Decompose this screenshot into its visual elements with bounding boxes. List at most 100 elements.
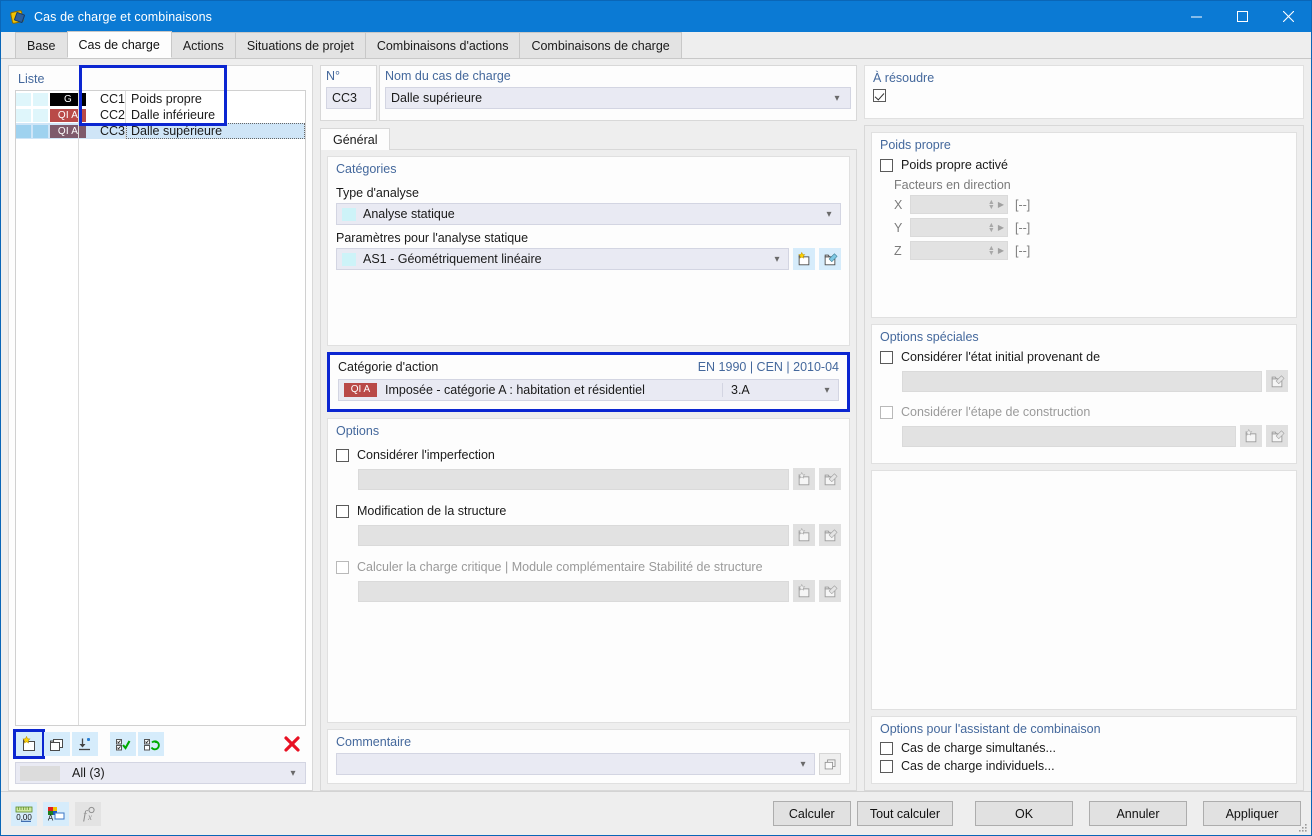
stepper-arrows-icon[interactable]: ▲ ▼ [988, 245, 995, 257]
self-weight-checkbox[interactable] [880, 158, 893, 172]
imperfection-checkbox[interactable] [336, 448, 349, 462]
resize-gripper[interactable] [1298, 822, 1308, 832]
tab-situations-de-projet[interactable]: Situations de projet [234, 32, 366, 58]
comment-title: Commentaire [336, 735, 412, 749]
simultaneous-load-cases-label: Cas de charge simultanés... [901, 741, 1056, 755]
action-category-title: Catégorie d'action [338, 360, 439, 374]
new-static-params-button[interactable] [793, 248, 815, 270]
svg-text:0,00: 0,00 [16, 813, 32, 822]
tab-combinaisons-actions[interactable]: Combinaisons d'actions [364, 32, 521, 58]
option-row-imperfection[interactable]: Considérer l'imperfection [336, 442, 841, 464]
invert-selection-button[interactable] [138, 732, 164, 756]
delete-load-case-button[interactable] [279, 732, 305, 756]
stepper-expand-icon[interactable]: ▶ [998, 246, 1004, 255]
factor-row-z: Z ▲ ▼ ▶ [--] [894, 241, 1288, 260]
action-category-value: Imposée - catégorie A : habitation et ré… [385, 383, 645, 397]
empty-card [871, 470, 1297, 710]
edit-initial-state-button[interactable] [1266, 370, 1288, 392]
comment-library-button[interactable] [819, 753, 841, 775]
initial-state-field[interactable] [902, 370, 1262, 392]
tab-actions[interactable]: Actions [170, 32, 236, 58]
action-badge: QI A [50, 108, 86, 122]
color-swatch-a [16, 92, 31, 106]
list-item[interactable]: G CC1 Poids propre [16, 91, 305, 107]
colors-icon[interactable]: A [43, 801, 69, 826]
factor-z-stepper[interactable]: ▲ ▼ ▶ [910, 241, 1008, 260]
color-swatch-a [16, 108, 31, 122]
option-row-structure-mod[interactable]: Modification de la structure [336, 490, 841, 520]
simultaneous-load-cases-checkbox[interactable] [880, 741, 893, 755]
static-params-combobox[interactable]: AS1 - Géométriquement linéaire ▾ [336, 248, 789, 270]
apply-button[interactable]: Appliquer [1203, 801, 1301, 826]
new-imperfection-button[interactable] [793, 468, 815, 490]
tab-cas-de-charge[interactable]: Cas de charge [66, 31, 172, 58]
new-load-case-button[interactable] [13, 729, 45, 759]
self-weight-enable-row[interactable]: Poids propre activé [880, 152, 1288, 174]
stepper-arrows-icon[interactable]: ▲ ▼ [988, 199, 995, 211]
list-filter-combobox[interactable]: All (3) ▾ [15, 762, 306, 784]
initial-state-row[interactable]: Considérer l'état initial provenant de [880, 344, 1288, 366]
name-box: Nom du cas de charge Dalle supérieure ▾ [379, 65, 857, 121]
calculate-all-button[interactable]: Tout calculer [856, 801, 953, 826]
general-tab-content: Catégories Type d'analyse Analyse statiq… [320, 150, 857, 791]
analysis-type-combobox[interactable]: Analyse statique ▾ [336, 203, 841, 225]
edit-structure-modification-button[interactable] [819, 524, 841, 546]
maximize-button[interactable] [1219, 1, 1265, 32]
header-strip: N° CC3 Nom du cas de charge Dalle supéri… [320, 65, 857, 121]
combination-wizard-card: Options pour l'assistant de combinaison … [871, 716, 1297, 784]
edit-imperfection-button[interactable] [819, 468, 841, 490]
tab-combinaisons-de-charge[interactable]: Combinaisons de charge [519, 32, 682, 58]
edit-static-params-button[interactable] [819, 248, 841, 270]
factor-z-unit: [--] [1015, 243, 1031, 258]
tab-general[interactable]: Général [320, 128, 391, 150]
list-item[interactable]: QI A CC2 Dalle inférieure [16, 107, 305, 123]
select-all-button[interactable] [110, 732, 136, 756]
individual-row[interactable]: Cas de charge individuels... [880, 755, 1288, 775]
analysis-type-value: Analyse statique [363, 207, 455, 221]
ok-button[interactable]: OK [975, 801, 1073, 826]
structure-modification-checkbox[interactable] [336, 504, 349, 518]
stepper-arrows-icon[interactable]: ▲ ▼ [988, 222, 995, 234]
action-category-combobox[interactable]: QI A Imposée - catégorie A : habitation … [338, 379, 839, 401]
edit-critical-load-button [819, 580, 841, 602]
new-structure-modification-button[interactable] [793, 524, 815, 546]
edit-construction-stage-button [1266, 425, 1288, 447]
color-swatch-b [33, 108, 48, 122]
action-category-code: 3.A [722, 383, 818, 397]
stepper-expand-icon[interactable]: ▶ [998, 223, 1004, 232]
to-solve-checkbox[interactable] [873, 89, 886, 102]
list-item-name: Dalle supérieure [126, 123, 305, 139]
critical-load-checkbox [336, 560, 349, 574]
close-button[interactable] [1265, 1, 1311, 32]
import-load-case-button[interactable] [72, 732, 98, 756]
list-item-code: CC1 [92, 91, 126, 107]
axis-label-x: X [894, 197, 903, 212]
svg-text:x: x [87, 812, 92, 822]
name-combobox[interactable]: Dalle supérieure ▾ [385, 87, 851, 109]
calculate-button[interactable]: Calculer [772, 801, 851, 826]
status-bar: 0,00 A f x Calculer Tout calculer OK Ann… [1, 791, 1311, 835]
imperfection-field[interactable] [358, 468, 789, 490]
number-label: N° [326, 69, 341, 83]
units-icon[interactable]: 0,00 [11, 801, 37, 826]
tab-base[interactable]: Base [15, 32, 68, 58]
factor-x-stepper[interactable]: ▲ ▼ ▶ [910, 195, 1008, 214]
cancel-button[interactable]: Annuler [1089, 801, 1187, 826]
comment-combobox[interactable]: ▾ [336, 753, 815, 775]
factor-y-stepper[interactable]: ▲ ▼ ▶ [910, 218, 1008, 237]
load-case-list[interactable]: G CC1 Poids propre QI A CC2 Dalle inféri… [15, 90, 306, 726]
tab-bar: Base Cas de charge Actions Situations de… [1, 31, 1311, 59]
individual-load-cases-checkbox[interactable] [880, 759, 893, 773]
factor-x-unit: [--] [1015, 197, 1031, 212]
list-title: Liste [18, 72, 45, 86]
list-item-selected[interactable]: QI A CC3 Dalle supérieure [16, 123, 305, 139]
stepper-expand-icon[interactable]: ▶ [998, 200, 1004, 209]
number-field[interactable]: CC3 [326, 87, 371, 109]
structure-modification-field[interactable] [358, 524, 789, 546]
minimize-button[interactable] [1173, 1, 1219, 32]
simultaneous-row[interactable]: Cas de charge simultanés... [880, 736, 1288, 755]
analysis-type-swatch [342, 207, 356, 221]
structure-modification-label: Modification de la structure [357, 504, 507, 518]
initial-state-checkbox[interactable] [880, 350, 893, 364]
copy-load-case-button[interactable] [44, 732, 70, 756]
